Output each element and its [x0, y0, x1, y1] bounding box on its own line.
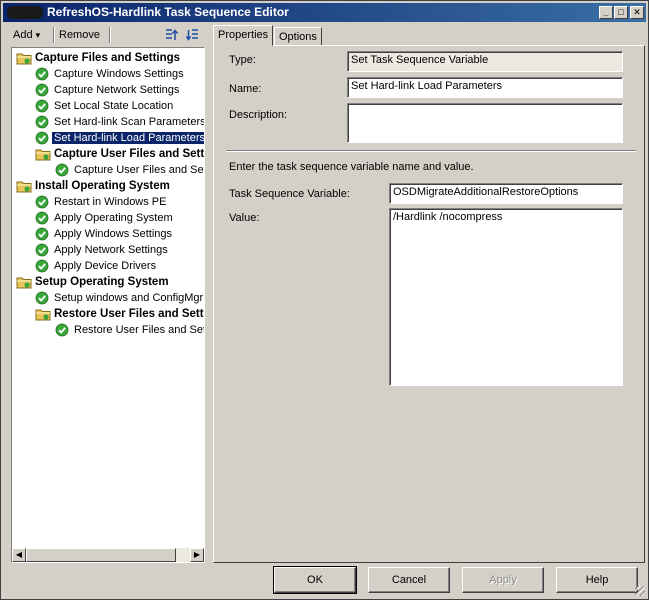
variable-input[interactable]: OSDMigrateAdditionalRestoreOptions [389, 183, 623, 204]
value-input[interactable]: /Hardlink /nocompress [389, 208, 623, 386]
tree-item-label: Apply Network Settings [54, 244, 168, 256]
tree-item-label: Restart in Windows PE [54, 196, 167, 208]
folder-icon [35, 307, 51, 321]
tree-step-item[interactable]: Capture Network Settings [35, 82, 181, 98]
tree-step-item[interactable]: Apply Network Settings [35, 242, 170, 258]
check-circle-icon [35, 259, 49, 273]
tree-step-item[interactable]: Apply Windows Settings [35, 226, 174, 242]
tab-properties[interactable]: Properties [213, 25, 274, 46]
value-label: Value: [229, 212, 260, 224]
description-label: Description: [229, 109, 288, 121]
scroll-thumb[interactable] [26, 548, 176, 562]
check-circle-icon [35, 131, 49, 145]
tab-options[interactable]: Options [274, 27, 322, 46]
check-circle-icon [35, 291, 49, 305]
tree-step-item[interactable]: Setup windows and ConfigMgr [35, 290, 204, 306]
resize-grip[interactable] [635, 586, 645, 596]
tree-item-label: Capture Network Settings [54, 84, 180, 96]
tree-item-label: Apply Operating System [54, 212, 173, 224]
check-circle-icon [35, 83, 49, 97]
tree-step-item[interactable]: Set Hard-link Scan Parameters [35, 114, 205, 130]
tree-step-item[interactable]: Set Hard-link Load Parameters [35, 130, 204, 146]
description-input[interactable] [347, 103, 623, 143]
tree-item-label: Capture User Files and Settings [74, 164, 204, 176]
tree-item-label: Capture User Files and Settings [54, 148, 205, 160]
close-button[interactable]: ✕ [630, 6, 644, 19]
tree-step-item[interactable]: Apply Device Drivers [35, 258, 158, 274]
check-circle-icon [35, 99, 49, 113]
title-bar[interactable]: RefreshOS-Hardlink Task Sequence Editor … [3, 3, 646, 22]
move-down-icon[interactable] [185, 27, 201, 43]
app-icon [7, 6, 43, 19]
tree-item-label: Capture Windows Settings [54, 68, 184, 80]
chevron-down-icon: ▾ [35, 30, 41, 40]
tree-group-item[interactable]: Restore User Files and Settings [35, 306, 204, 322]
maximize-button[interactable]: □ [614, 6, 628, 19]
tree-item-label: Restore User Files and Settings [74, 324, 204, 336]
tree-step-item[interactable]: Capture Windows Settings [35, 66, 186, 82]
tree-item-label: Set Local State Location [54, 100, 174, 112]
properties-panel: Type: Set Task Sequence Variable Name: S… [213, 45, 645, 563]
tree-group-item[interactable]: Setup Operating System [16, 274, 171, 290]
tree-toolbar: Add ▾ Remove [7, 25, 207, 45]
type-label: Type: [229, 54, 256, 66]
task-sequence-tree[interactable]: Capture Files and Settings Capture Window… [11, 47, 205, 563]
check-circle-icon [35, 243, 49, 257]
tree-item-label: Setup windows and ConfigMgr [54, 292, 204, 304]
add-menu-button[interactable]: Add ▾ [9, 27, 44, 43]
horizontal-scrollbar[interactable]: ◀ ▶ [12, 548, 204, 562]
tree-step-item[interactable]: Restart in Windows PE [35, 194, 168, 210]
folder-icon [16, 275, 32, 289]
tree-item-label: Capture Files and Settings [35, 52, 181, 64]
scroll-right-button[interactable]: ▶ [190, 548, 204, 562]
folder-icon [35, 147, 51, 161]
name-input[interactable]: Set Hard-link Load Parameters [347, 77, 623, 98]
tree-group-item[interactable]: Capture Files and Settings [16, 50, 182, 66]
ok-button[interactable]: OK [273, 566, 357, 594]
apply-button[interactable]: Apply [462, 567, 544, 593]
check-circle-icon [35, 195, 49, 209]
help-button[interactable]: Help [556, 567, 638, 593]
window-title: RefreshOS-Hardlink Task Sequence Editor [47, 5, 289, 19]
section-divider [226, 150, 636, 152]
instruction-text: Enter the task sequence variable name an… [229, 161, 474, 173]
task-sequence-editor-window: RefreshOS-Hardlink Task Sequence Editor … [0, 0, 649, 600]
check-circle-icon [55, 323, 69, 337]
tree-item-label: Setup Operating System [35, 276, 169, 288]
check-circle-icon [35, 227, 49, 241]
check-circle-icon [35, 115, 49, 129]
tree-step-item[interactable]: Apply Operating System [35, 210, 175, 226]
cancel-button[interactable]: Cancel [368, 567, 450, 593]
tree-item-label: Set Hard-link Load Parameters [50, 131, 204, 145]
folder-icon [16, 51, 32, 65]
name-label: Name: [229, 83, 262, 95]
check-circle-icon [55, 163, 69, 177]
type-field: Set Task Sequence Variable [347, 51, 623, 72]
tree-item-label: Install Operating System [35, 180, 170, 192]
tree-item-label: Apply Windows Settings [54, 228, 172, 240]
folder-icon [16, 179, 32, 193]
tree-item-label: Restore User Files and Settings [54, 308, 204, 320]
tree-item-label: Set Hard-link Scan Parameters [54, 116, 205, 128]
tree-step-item[interactable]: Capture User Files and Settings [55, 162, 204, 178]
variable-label: Task Sequence Variable: [229, 188, 350, 200]
minimize-button[interactable]: _ [599, 6, 613, 19]
tree-group-item[interactable]: Install Operating System [16, 178, 172, 194]
check-circle-icon [35, 211, 49, 225]
tree-item-label: Apply Device Drivers [54, 260, 157, 272]
scroll-left-button[interactable]: ◀ [12, 548, 26, 562]
tree-step-item[interactable]: Set Local State Location [35, 98, 175, 114]
tree-step-item[interactable]: Restore User Files and Settings [55, 322, 204, 338]
tree-group-item[interactable]: Capture User Files and Settings [35, 146, 205, 162]
check-circle-icon [35, 67, 49, 81]
add-label: Add [13, 29, 33, 41]
move-up-icon[interactable] [163, 27, 179, 43]
remove-button[interactable]: Remove [55, 27, 104, 43]
toolbar-separator [109, 27, 111, 43]
